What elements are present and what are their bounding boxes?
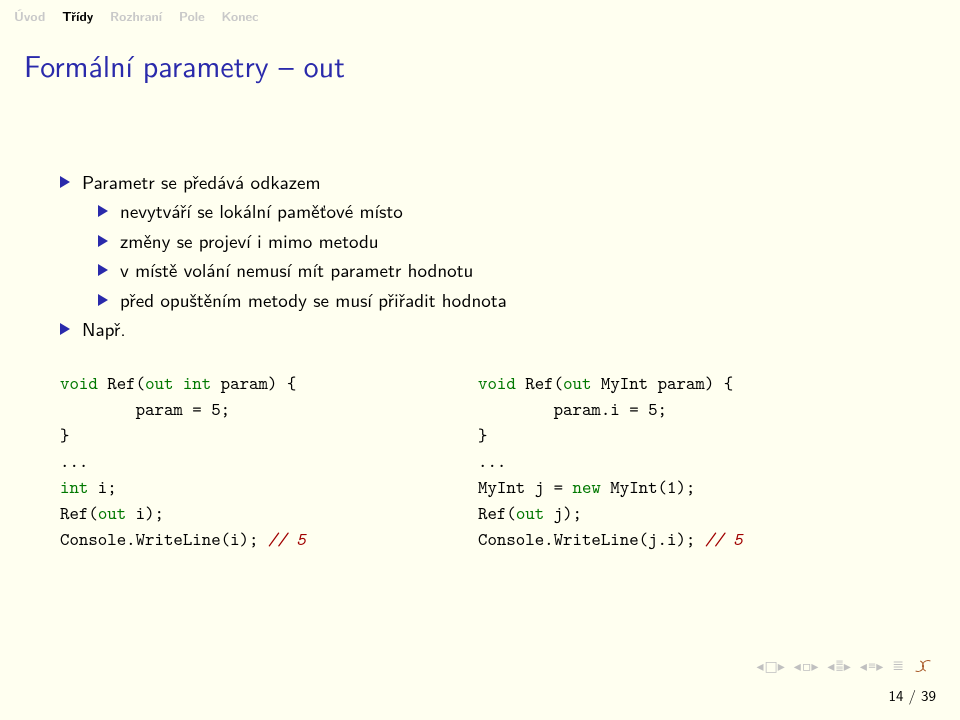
nav-item-tridy[interactable]: Třídy — [62, 6, 93, 25]
bullet-level2: změny se projeví i mimo metodu — [60, 226, 900, 255]
bullet-level1: Např. — [60, 314, 900, 343]
code-comment: // 5 — [705, 527, 743, 551]
bullet-icon — [98, 205, 108, 217]
code-columns: void Ref(out int param) { param = 5; } .… — [60, 370, 900, 553]
code-text: Ref( — [60, 501, 98, 525]
code-keyword: out — [98, 501, 126, 525]
code-keyword: void — [60, 371, 98, 395]
nav-section-prev-next[interactable]: ◂ ≡≡ ▸ — [827, 656, 851, 676]
slide-title: Formální parametry – out — [0, 29, 960, 95]
code-keyword: void — [478, 371, 516, 395]
frame-box-icon: ▫ — [802, 656, 812, 676]
bullet-text: změny se projeví i mimo metodu — [120, 226, 379, 255]
chevron-right-icon: ▸ — [876, 656, 883, 676]
code-keyword: new — [573, 475, 601, 499]
bullet-text: před opuštěním metody se musí přiřadit h… — [120, 285, 507, 314]
slide-box-icon: □ — [765, 656, 778, 676]
bullet-level2: před opuštěním metody se musí přiřadit h… — [60, 285, 900, 314]
bullet-icon — [98, 294, 108, 306]
code-text: param.i = 5; — [478, 397, 667, 421]
code-text: Ref( — [98, 371, 145, 395]
code-text: i; — [88, 475, 116, 499]
nav-subsection-prev-next[interactable]: ◂ ≡ ▸ — [860, 656, 884, 676]
chevron-left-icon: ◂ — [860, 656, 867, 676]
chevron-left-icon: ◂ — [757, 656, 764, 676]
bullet-text: Např. — [82, 314, 126, 343]
bullet-text: v místě volání nemusí mít parametr hodno… — [120, 255, 473, 284]
bullet-icon — [98, 235, 108, 247]
bullet-level2: nevytváří se lokální paměťové místo — [60, 196, 900, 225]
code-keyword: out int — [145, 371, 211, 395]
code-text: param = 5; — [60, 397, 230, 421]
page-total: 39 — [921, 684, 936, 706]
bullet-text: nevytváří se lokální paměťové místo — [120, 196, 403, 225]
section-navbar: Úvod Třídy Rozhraní Pole Konec — [0, 0, 960, 29]
code-text: MyInt(1); — [601, 475, 696, 499]
chevron-left-icon: ◂ — [794, 656, 801, 676]
nav-appendix-icon[interactable]: ≣ — [892, 658, 904, 675]
slide-content: Parametr se předává odkazem nevytváří se… — [0, 95, 960, 552]
code-text: } — [60, 423, 69, 447]
chevron-right-icon: ▸ — [811, 656, 818, 676]
page-current: 14 — [888, 684, 903, 706]
nav-item-rozhrani[interactable]: Rozhraní — [110, 6, 162, 25]
code-text: j); — [544, 501, 582, 525]
code-left: void Ref(out int param) { param = 5; } .… — [60, 370, 482, 553]
nav-slide-prev-next[interactable]: ◂ □ ▸ — [757, 656, 786, 676]
nav-frame-prev-next[interactable]: ◂ ▫ ▸ — [794, 656, 820, 676]
code-comment: // 5 — [268, 527, 306, 551]
nav-item-pole[interactable]: Pole — [179, 6, 205, 25]
code-text: Ref( — [478, 501, 516, 525]
chevron-right-icon: ▸ — [844, 656, 851, 676]
nav-item-konec[interactable]: Konec — [222, 6, 259, 25]
bullet-icon — [60, 176, 70, 188]
chevron-right-icon: ▸ — [778, 656, 785, 676]
chevron-left-icon: ◂ — [827, 656, 834, 676]
bullet-text: Parametr se předává odkazem — [82, 167, 321, 196]
page-sep: / — [903, 684, 921, 706]
code-keyword: int — [60, 475, 88, 499]
page-number: 14 / 39 — [888, 684, 936, 706]
code-keyword: out — [516, 501, 544, 525]
code-right: void Ref(out MyInt param) { param.i = 5;… — [478, 370, 900, 553]
bullet-level2: v místě volání nemusí mít parametr hodno… — [60, 255, 900, 284]
bullet-level1: Parametr se předává odkazem — [60, 167, 900, 196]
code-text: Console.WriteLine(j.i); — [478, 527, 705, 551]
code-text: Ref( — [516, 371, 563, 395]
section-lines-icon: ≡≡ — [835, 660, 843, 672]
code-text: Console.WriteLine(i); — [60, 527, 268, 551]
code-text: param) { — [211, 371, 296, 395]
beamer-nav-bar: ◂ □ ▸ ◂ ▫ ▸ ◂ ≡≡ ▸ ◂ ≡ ▸ ≣ — [757, 656, 937, 676]
code-text: MyInt param) { — [591, 371, 733, 395]
code-text: i); — [126, 501, 164, 525]
code-text: ... — [478, 449, 506, 473]
code-text: } — [478, 423, 487, 447]
code-text: ... — [60, 449, 88, 473]
code-keyword: out — [563, 371, 591, 395]
nav-back-forward-icon[interactable] — [912, 658, 936, 674]
code-text: MyInt j = — [478, 475, 573, 499]
bullet-icon — [60, 323, 70, 335]
bullet-icon — [98, 264, 108, 276]
subsection-lines-icon: ≡ — [868, 663, 876, 669]
nav-item-uvod[interactable]: Úvod — [14, 6, 45, 25]
